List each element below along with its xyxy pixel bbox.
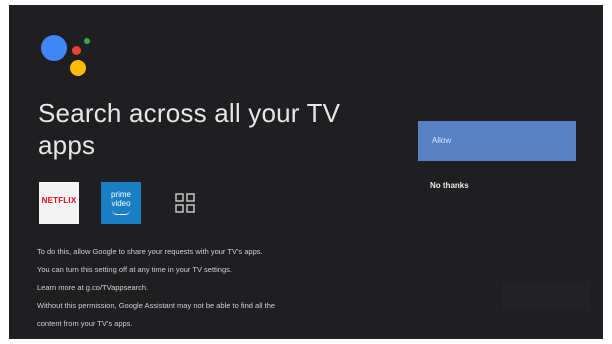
apps-grid-icon <box>175 193 195 213</box>
allow-button[interactable]: Allow <box>418 121 576 161</box>
tv-screen: Search across all your TV apps NETFLIX p… <box>9 5 603 339</box>
permission-description: To do this, allow Google to share your r… <box>37 243 397 333</box>
prime-video-logo-text: prime video <box>101 190 141 208</box>
assistant-green-dot <box>84 38 90 44</box>
no-thanks-button[interactable]: No thanks <box>418 175 576 201</box>
page-title: Search across all your TV apps <box>38 98 341 160</box>
description-line: Learn more at g.co/TVappsearch. <box>37 283 149 292</box>
netflix-logo-text: NETFLIX <box>41 196 77 205</box>
prime-video-app-icon: prime video <box>101 182 141 224</box>
description-line: Without this permission, Google Assistan… <box>37 301 276 310</box>
background-panel <box>503 281 591 311</box>
assistant-yellow-dot <box>70 60 86 76</box>
prime-label-line1: prime <box>110 190 131 199</box>
assistant-blue-dot <box>41 35 67 61</box>
prime-label-line2: video <box>111 199 131 208</box>
assistant-red-dot <box>72 46 81 55</box>
description-line: To do this, allow Google to share your r… <box>37 247 263 256</box>
netflix-app-icon: NETFLIX <box>39 182 79 224</box>
description-line: content from your TV's apps. <box>37 319 133 328</box>
prime-smile-icon <box>112 210 130 215</box>
description-line: You can turn this setting off at any tim… <box>37 265 232 274</box>
google-assistant-icon <box>37 29 107 89</box>
